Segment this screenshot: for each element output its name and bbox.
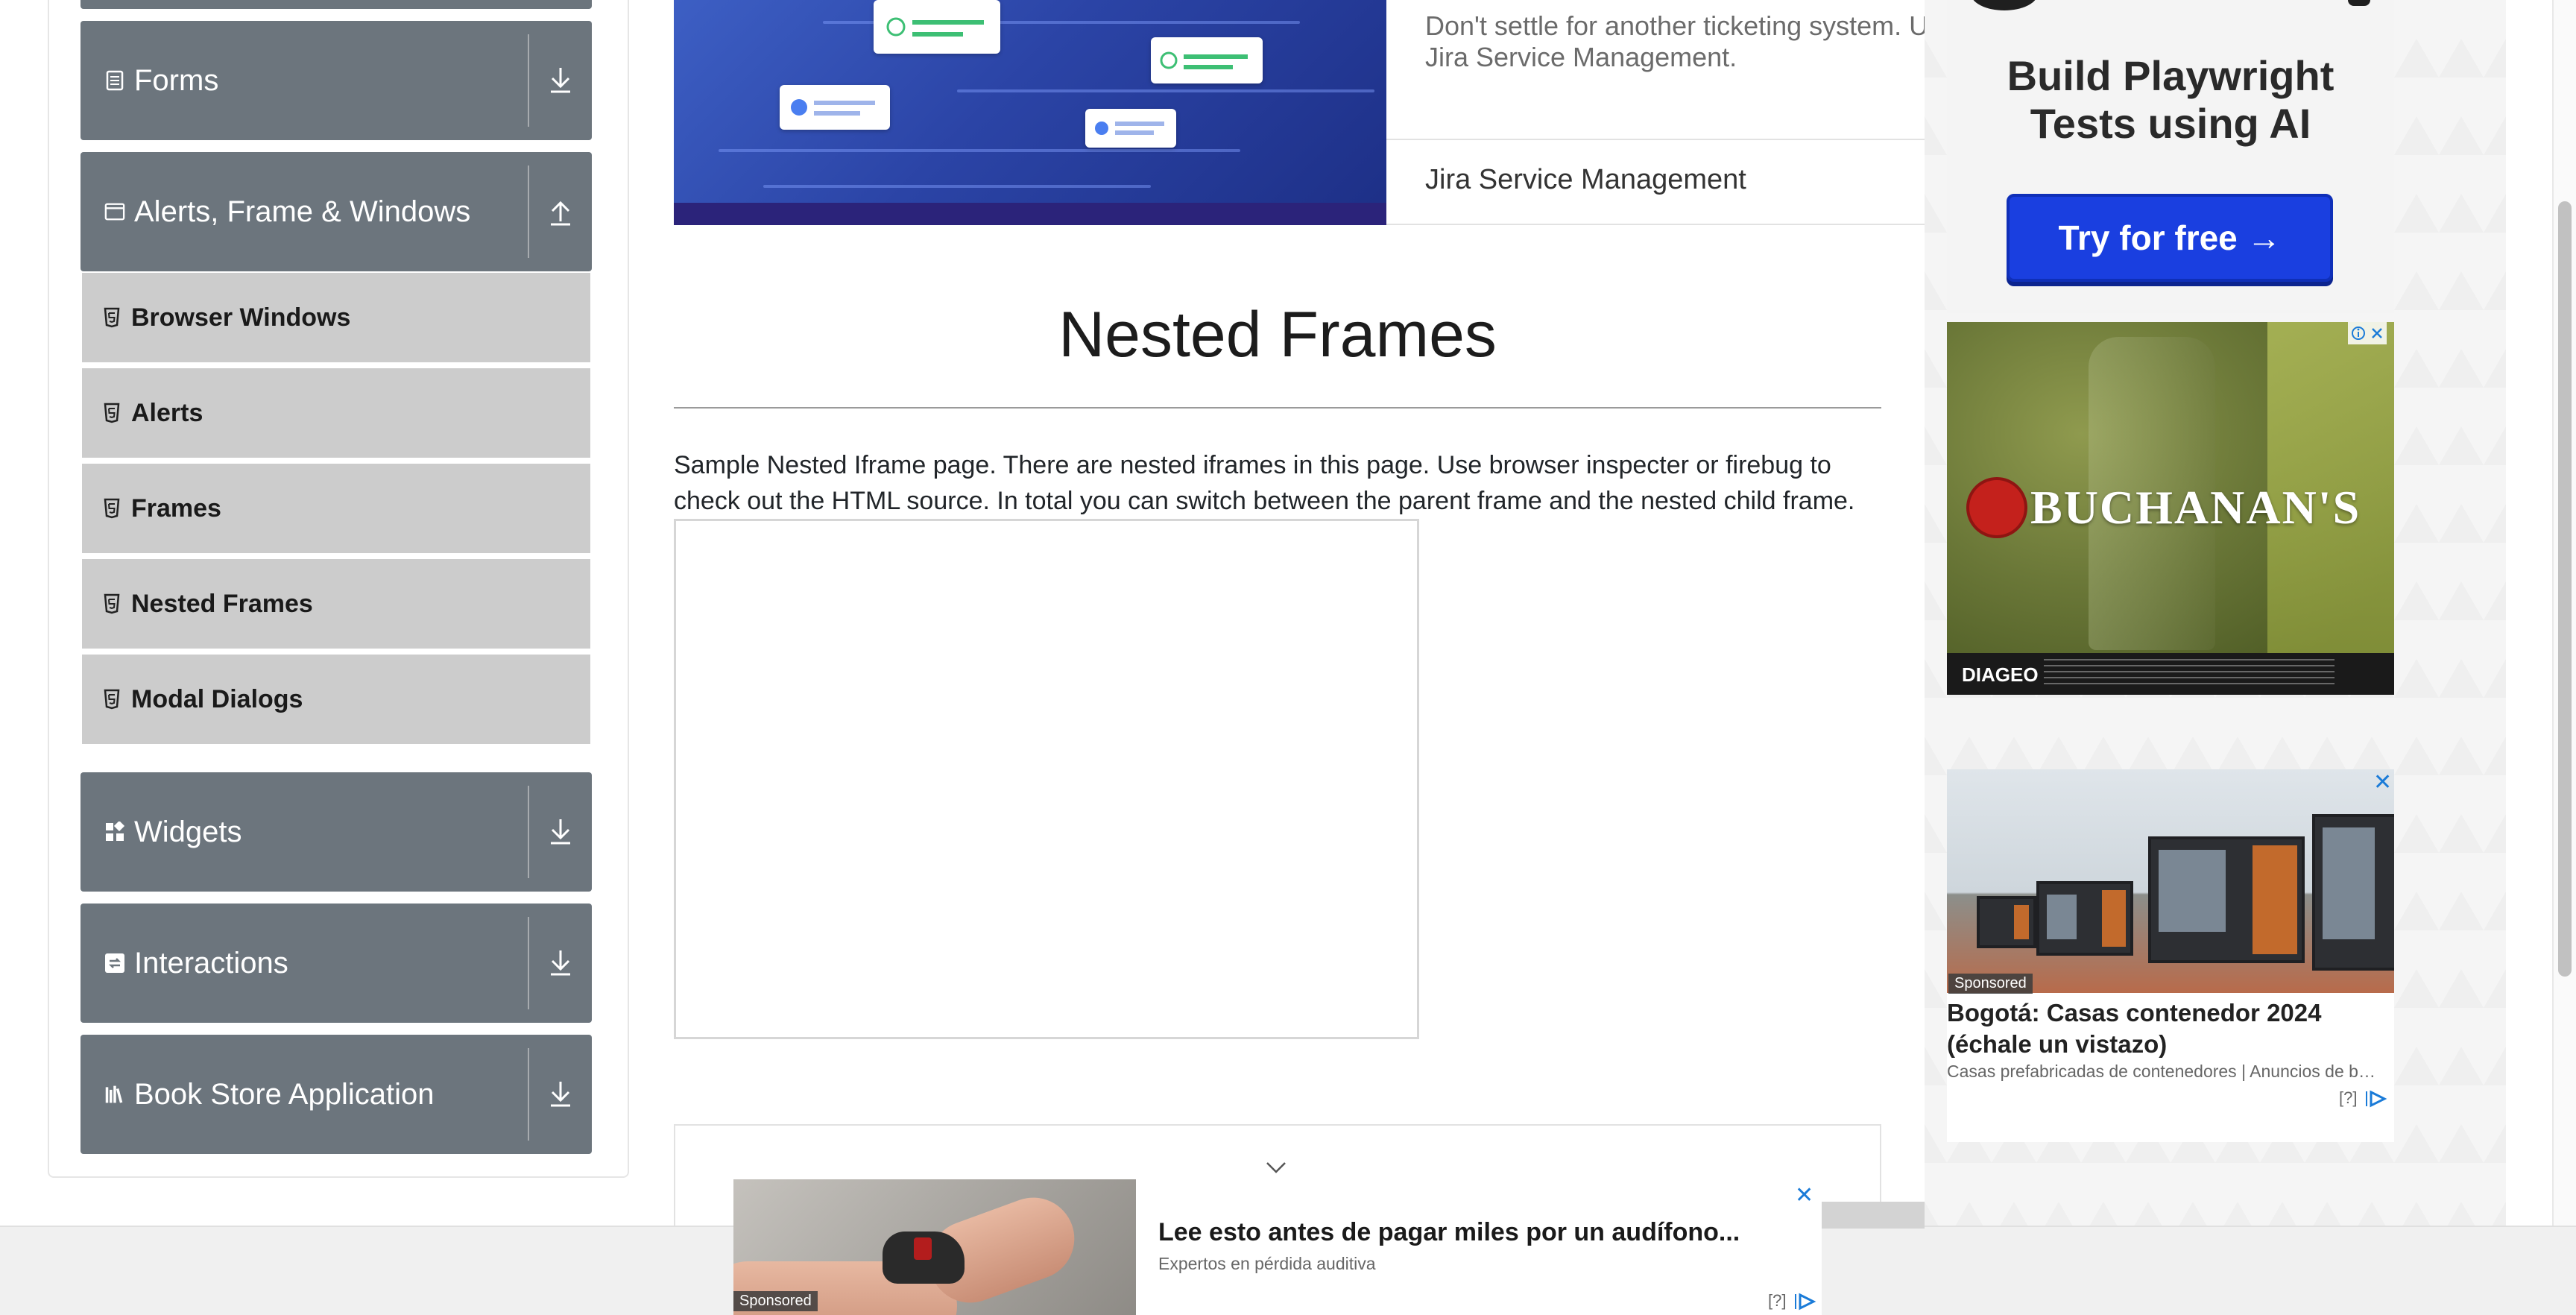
sidebar-item-label: Frames [131, 493, 221, 523]
divider [528, 786, 529, 878]
ad-subtitle: Casas prefabricadas de contenedores | An… [1947, 1062, 2375, 1081]
books-icon [104, 1084, 125, 1105]
ad-info-link[interactable]: [?] [1768, 1291, 1816, 1311]
expand-arrow-icon[interactable] [543, 814, 578, 850]
divider [528, 917, 529, 1009]
interactions-icon [104, 953, 125, 974]
ad-info-text: [?] [2339, 1088, 2358, 1107]
ad-headline-line: Build Playwright [2007, 52, 2334, 99]
sidebar-item-frames[interactable]: Frames [82, 464, 590, 556]
title-divider [674, 407, 1881, 409]
try-for-free-button[interactable]: Try for free → [2007, 194, 2333, 282]
page-description: Sample Nested Iframe page. There are nes… [674, 451, 1855, 515]
html5-icon [103, 593, 121, 615]
sidebar-group-label: Widgets [134, 815, 242, 848]
sidebar-item-label: Modal Dialogs [131, 684, 303, 713]
sidebar-item-alerts[interactable]: Alerts [82, 368, 590, 461]
expand-arrow-icon[interactable] [543, 1076, 578, 1112]
divider [528, 34, 529, 127]
bottom-ad[interactable]: Sponsored Lee esto antes de pagar miles … [733, 1179, 1822, 1315]
ad-container-houses[interactable]: Sponsored [1947, 769, 2394, 1142]
ad-placeholder [1819, 1202, 1925, 1229]
sidebar-item-modal-dialogs[interactable]: Modal Dialogs [82, 655, 590, 747]
sidebar-item-browser-windows[interactable]: Browser Windows [82, 273, 590, 365]
ad-maker: DIAGEO [1962, 663, 2039, 686]
sidebar-item-label: Alerts [131, 398, 203, 427]
divider [528, 1048, 529, 1141]
promo-text-line: Jira Service Management. [1425, 42, 1737, 72]
sidebar-group-label: Interactions [134, 946, 288, 980]
ad-info-text: [?] [1768, 1291, 1787, 1310]
window-icon [104, 201, 125, 222]
promo-text-line: Don't settle for another ticketing syste… [1425, 10, 1929, 41]
sidebar-item-label: Nested Frames [131, 589, 313, 618]
sidebar-group-label: Forms [134, 63, 219, 97]
promo-image[interactable] [674, 0, 1386, 225]
scrollbar-thumb[interactable] [2558, 201, 2572, 977]
divider [1386, 224, 1938, 225]
expand-arrow-icon[interactable] [543, 945, 578, 981]
collapse-arrow-icon[interactable] [543, 194, 578, 230]
sidebar-group-interactions[interactable]: Interactions [80, 904, 592, 1023]
ad-title[interactable]: Bogotá: Casas contenedor 2024 (échale un… [1947, 997, 2364, 1060]
sidebar-group-forms[interactable]: Forms [80, 21, 592, 140]
sidebar-group-alerts-frame-windows[interactable]: Alerts, Frame & Windows [80, 152, 592, 271]
widgets-icon [104, 822, 125, 842]
html5-icon [103, 306, 121, 329]
form-icon [104, 70, 125, 91]
ad-subtitle: Expertos en pérdida auditiva [1158, 1254, 1376, 1273]
sidebar-item-label: Browser Windows [131, 303, 351, 332]
parent-frame[interactable] [674, 519, 1419, 1039]
sidebar-group-book-store[interactable]: Book Store Application [80, 1035, 592, 1154]
promo-brand-link[interactable]: Jira Service Management [1425, 164, 1746, 196]
html5-icon [103, 497, 121, 520]
chevron-down-icon[interactable] [1258, 1154, 1294, 1181]
legal-text [2044, 659, 2334, 689]
ad-image: Sponsored [733, 1179, 1136, 1315]
ad-title[interactable]: Lee esto antes de pagar miles por un aud… [1158, 1218, 1740, 1247]
sidebar-item-nested-frames[interactable]: Nested Frames [82, 559, 590, 652]
close-icon[interactable]: ✕ [2373, 769, 2392, 795]
close-icon[interactable]: ✕ [1795, 1182, 1813, 1208]
divider [1386, 139, 1938, 140]
brand-seal-icon [1969, 480, 2024, 535]
ad-buchanans[interactable]: BUCHANAN'S DIAGEO [1947, 322, 2394, 695]
sidebar-group-widgets[interactable]: Widgets [80, 772, 592, 892]
ad-headline: Build Playwright Tests using AI [1947, 52, 2394, 148]
sponsored-label: Sponsored [1948, 974, 2033, 994]
promo-text: Don't settle for another ticketing syste… [1425, 10, 1947, 73]
sidebar-group-label: Alerts, Frame & Windows [134, 195, 471, 228]
sidebar-group-label: Book Store Application [134, 1077, 435, 1111]
ad-choices-icon[interactable] [2348, 322, 2387, 344]
html5-icon [103, 688, 121, 710]
page-title: Nested Frames [1058, 299, 1497, 370]
ad-logo-icon [2348, 0, 2370, 6]
ad-info-link[interactable]: [?] [2339, 1088, 2387, 1108]
ad-brand: BUCHANAN'S [2030, 481, 2361, 534]
ad-headline-line: Tests using AI [2030, 100, 2311, 147]
divider [528, 165, 529, 258]
ad-image [1947, 769, 2394, 993]
expand-arrow-icon[interactable] [543, 63, 578, 98]
sidebar-group-elements-edge[interactable] [80, 0, 592, 9]
html5-icon [103, 402, 121, 424]
sponsored-label: Sponsored [733, 1291, 818, 1311]
